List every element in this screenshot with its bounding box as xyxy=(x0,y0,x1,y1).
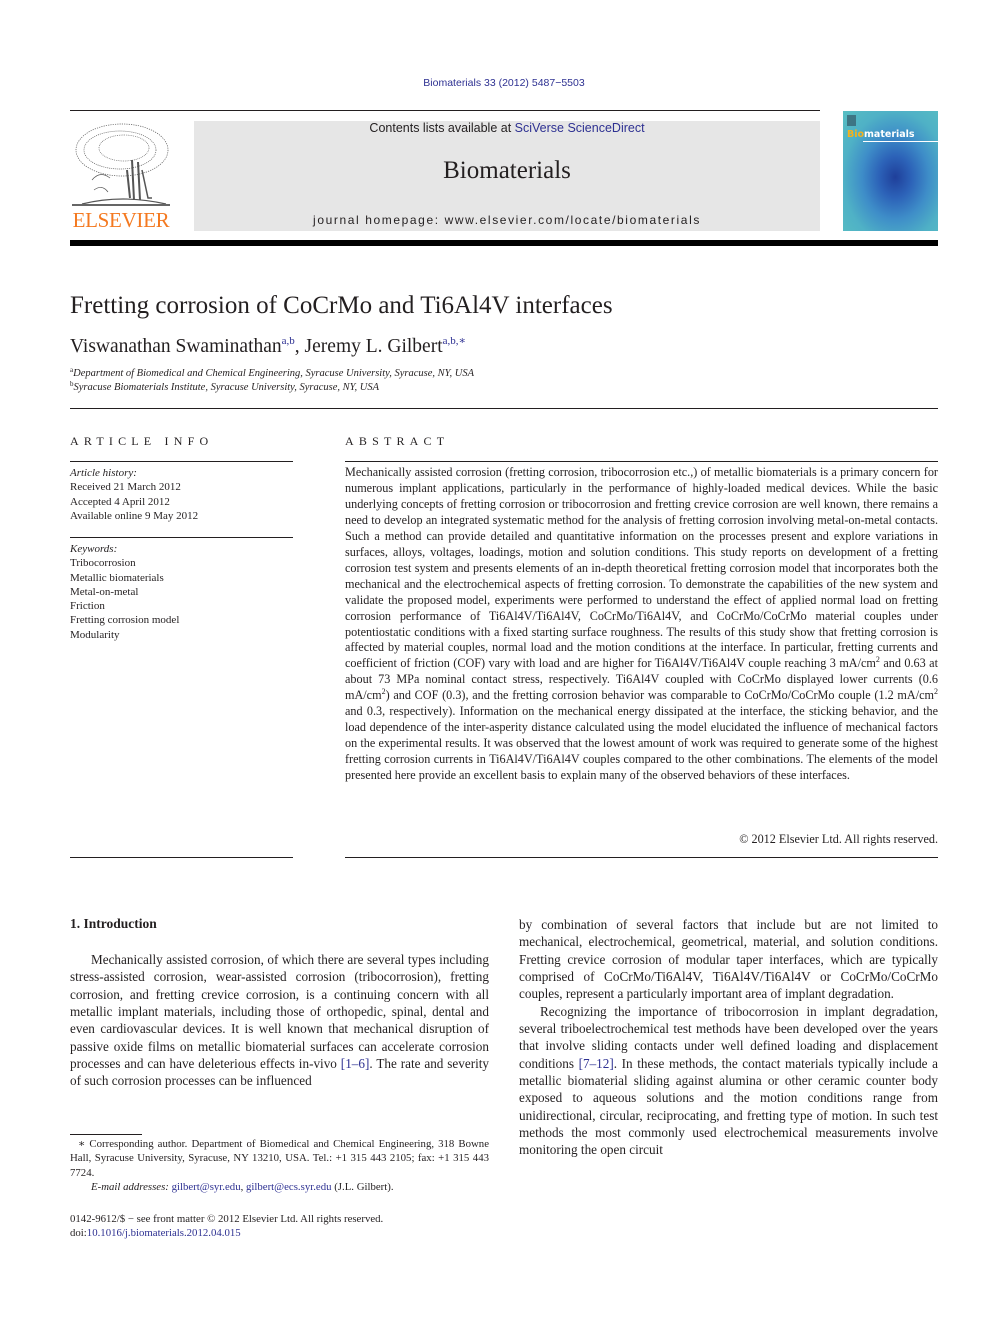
body-column-left: Mechanically assisted corrosion, of whic… xyxy=(70,951,489,1090)
cover-elsevier-logo xyxy=(847,115,856,126)
journal-banner: Contents lists available at SciVerse Sci… xyxy=(194,121,820,231)
cover-rule xyxy=(863,141,938,142)
abstract-segment: Mechanically assisted corrosion (frettin… xyxy=(345,465,938,671)
tree-icon xyxy=(72,123,170,206)
keyword: Modularity xyxy=(70,628,120,641)
issn-line: 0142-9612/$ − see front matter © 2012 El… xyxy=(70,1213,384,1225)
paragraph: Recognizing the importance of tribocorro… xyxy=(519,1003,938,1159)
section-heading-introduction: 1. Introduction xyxy=(70,916,157,931)
corresponding-author-footnote: ∗ Corresponding author. Department of Bi… xyxy=(70,1137,489,1195)
author-list: Viswanathan Swaminathana,b, Jeremy L. Gi… xyxy=(70,334,466,358)
affiliation-a: aDepartment of Biomedical and Chemical E… xyxy=(70,366,474,379)
issn-block: 0142-9612/$ − see front matter © 2012 El… xyxy=(70,1212,383,1241)
footnote-rule xyxy=(70,1134,142,1135)
article-history: Article history: Received 21 March 2012 … xyxy=(70,466,293,523)
email-owner: (J.L. Gilbert). xyxy=(331,1181,394,1194)
journal-title: Biomaterials xyxy=(443,157,571,184)
author-affiliation-marks[interactable]: a,b xyxy=(282,335,295,347)
history-label: Article history: xyxy=(70,467,137,479)
citation-link[interactable]: [7–12] xyxy=(579,1056,614,1071)
divider xyxy=(345,461,938,462)
author-name: Jeremy L. Gilbert xyxy=(304,336,443,357)
author-affiliation-marks[interactable]: a,b,∗ xyxy=(443,335,466,347)
contents-prefix: Contents lists available at xyxy=(369,121,515,135)
superscript: 2 xyxy=(934,687,938,697)
article-title: Fretting corrosion of CoCrMo and Ti6Al4V… xyxy=(70,292,613,319)
abstract-heading: ABSTRACT xyxy=(345,434,450,448)
journal-citation-link[interactable]: Biomaterials 33 (2012) 5487−5503 xyxy=(0,77,992,89)
email-label: E-mail addresses: xyxy=(91,1181,169,1194)
citation-link[interactable]: [1–6] xyxy=(341,1056,370,1071)
history-online: Available online 9 May 2012 xyxy=(70,509,199,522)
paragraph-text: Mechanically assisted corrosion, of whic… xyxy=(70,952,489,1072)
author-name: Viswanathan Swaminathan xyxy=(70,336,282,357)
keyword: Tribocorrosion xyxy=(70,557,136,570)
divider xyxy=(70,537,293,538)
body-column-right: by combination of several factors that i… xyxy=(519,916,938,1159)
paragraph: Mechanically assisted corrosion, of whic… xyxy=(70,951,489,1090)
paragraph-text: . In these methods, the contact material… xyxy=(519,1055,938,1158)
keyword: Friction xyxy=(70,600,105,613)
abstract-text: Mechanically assisted corrosion (frettin… xyxy=(345,465,938,784)
email-link[interactable]: gilbert@syr.edu xyxy=(172,1181,241,1193)
copyright-notice: © 2012 Elsevier Ltd. All rights reserved… xyxy=(739,832,938,846)
affiliation-b: bSyracuse Biomaterials Institute, Syracu… xyxy=(70,380,379,393)
title-rule xyxy=(70,408,938,409)
email-line: E-mail addresses: gilbert@syr.edu, gilbe… xyxy=(91,1181,394,1194)
cover-title-rest: materials xyxy=(864,129,915,140)
contents-line: Contents lists available at SciVerse Sci… xyxy=(194,121,820,135)
history-received: Received 21 March 2012 xyxy=(70,481,181,494)
article-info-heading: ARTICLE INFO xyxy=(70,434,214,448)
affiliation-text: Department of Biomedical and Chemical En… xyxy=(73,368,474,379)
header-thick-rule xyxy=(70,240,938,246)
elsevier-wordmark: ELSEVIER xyxy=(72,208,170,232)
author-separator: , xyxy=(294,336,305,357)
elsevier-logo: ELSEVIER xyxy=(70,118,172,233)
journal-homepage[interactable]: journal homepage: www.elsevier.com/locat… xyxy=(194,213,820,227)
header-rule xyxy=(70,110,820,111)
divider xyxy=(345,857,938,858)
affiliation-text: Syracuse Biomaterials Institute, Syracus… xyxy=(73,382,380,393)
doi-label: doi: xyxy=(70,1227,87,1240)
cover-title-accent: Bio xyxy=(847,129,865,140)
corresponding-text: ∗ Corresponding author. Department of Bi… xyxy=(70,1138,489,1179)
divider xyxy=(70,857,293,858)
abstract-segment: ) and COF (0.3), and the fretting corros… xyxy=(385,688,934,703)
keywords-label: Keywords: xyxy=(70,543,118,555)
journal-cover-image: Biomaterials xyxy=(843,111,938,231)
cover-title: Biomaterials xyxy=(847,129,915,140)
paragraph: by combination of several factors that i… xyxy=(519,917,938,1002)
doi-link[interactable]: 10.1016/j.biomaterials.2012.04.015 xyxy=(87,1227,241,1239)
keyword: Metal-on-metal xyxy=(70,585,139,598)
keyword: Fretting corrosion model xyxy=(70,614,180,627)
keywords: Keywords: Tribocorrosion Metallic biomat… xyxy=(70,542,293,642)
doi-line: doi:10.1016/j.biomaterials.2012.04.015 xyxy=(70,1226,383,1240)
history-accepted: Accepted 4 April 2012 xyxy=(70,495,170,508)
divider xyxy=(70,461,293,462)
sciencedirect-link[interactable]: SciVerse ScienceDirect xyxy=(515,121,645,135)
email-link[interactable]: gilbert@ecs.syr.edu xyxy=(246,1181,332,1193)
abstract-segment: and 0.3, respectively). Information on t… xyxy=(345,704,938,783)
keyword: Metallic biomaterials xyxy=(70,571,164,584)
